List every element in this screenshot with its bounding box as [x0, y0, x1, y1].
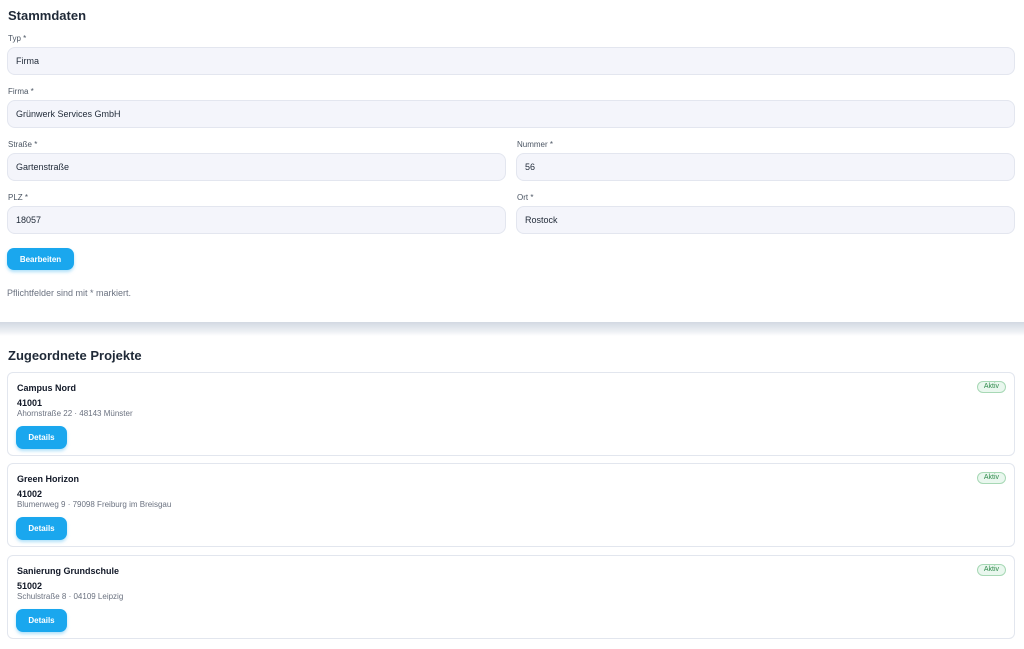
project-number: 41002 — [17, 489, 43, 499]
project-number: 41001 — [17, 398, 43, 408]
project-name: Campus Nord — [17, 383, 77, 393]
status-badge: Aktiv — [976, 381, 1006, 393]
typ-field[interactable] — [7, 47, 1015, 75]
edit-button[interactable]: Bearbeiten — [7, 248, 74, 270]
details-button[interactable]: Details — [16, 426, 67, 449]
project-address: Blumenweg 9 · 79098 Freiburg im Breisgau — [17, 500, 172, 509]
required-fields-hint: Pflichtfelder sind mit * markiert. — [7, 288, 132, 298]
stammdaten-title: Stammdaten — [8, 8, 87, 23]
nummer-field[interactable] — [516, 153, 1015, 181]
project-address: Ahornstraße 22 · 48143 Münster — [17, 409, 133, 418]
stammdaten-card: Stammdaten Typ * Firma * Straße * Nummer… — [0, 0, 1024, 322]
project-name: Sanierung Grundschule — [17, 566, 120, 576]
plz-field[interactable] — [7, 206, 506, 234]
details-button[interactable]: Details — [16, 517, 67, 540]
project-address: Schulstraße 8 · 04109 Leipzig — [17, 592, 124, 601]
strasse-field[interactable] — [7, 153, 506, 181]
firma-label: Firma * — [8, 87, 34, 96]
project-number: 51002 — [17, 581, 43, 591]
ort-field[interactable] — [516, 206, 1015, 234]
project-card: Campus Nord 41001 Ahornstraße 22 · 48143… — [7, 372, 1015, 456]
project-card: Green Horizon 41002 Blumenweg 9 · 79098 … — [7, 463, 1015, 547]
section-divider — [0, 322, 1024, 336]
typ-label: Typ * — [8, 34, 27, 43]
status-badge: Aktiv — [976, 564, 1006, 576]
projects-title: Zugeordnete Projekte — [8, 348, 142, 363]
firma-field[interactable] — [7, 100, 1015, 128]
nummer-label: Nummer * — [517, 140, 554, 149]
details-button[interactable]: Details — [16, 609, 67, 632]
plz-label: PLZ * — [8, 193, 29, 202]
project-card: Sanierung Grundschule 51002 Schulstraße … — [7, 555, 1015, 639]
strasse-label: Straße * — [8, 140, 38, 149]
ort-label: Ort * — [517, 193, 534, 202]
status-badge: Aktiv — [976, 472, 1006, 484]
project-name: Green Horizon — [17, 474, 80, 484]
